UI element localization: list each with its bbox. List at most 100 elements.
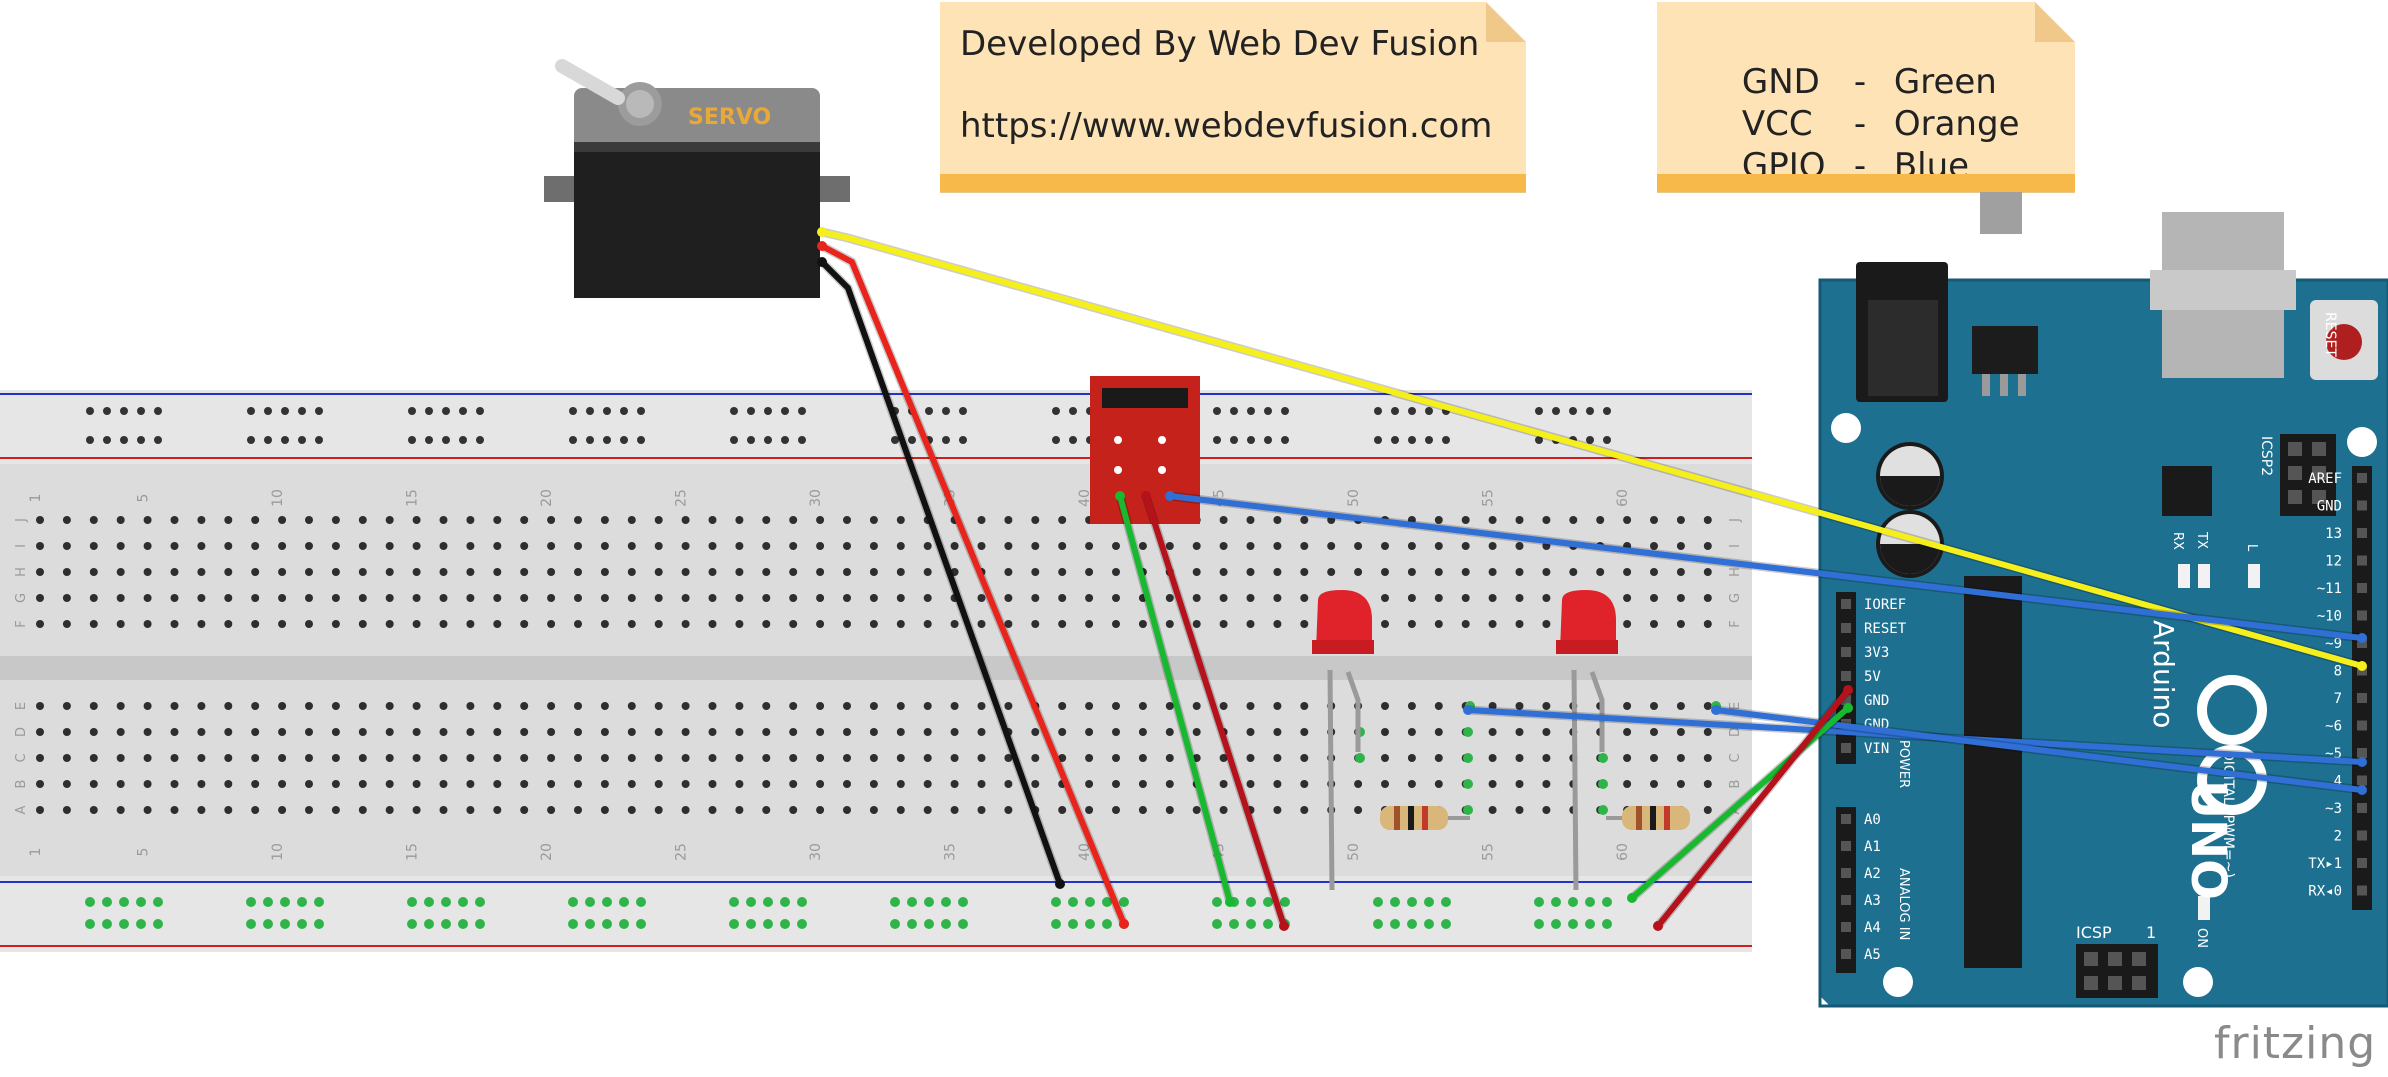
breadboard-hole [977,542,986,550]
breadboard-hole [170,620,179,628]
breadboard-hole [439,728,448,736]
breadboard-hole [1085,780,1094,788]
column-number: 20 [539,489,555,507]
breadboard-hole [197,594,206,602]
breadboard-hole [1515,620,1524,628]
pin-label: A2 [1864,866,1881,882]
breadboard-hole [62,806,71,814]
rail-hole [280,919,290,929]
breadboard-hole [1381,780,1389,788]
rail-hole [314,919,324,929]
breadboard-hole [627,806,636,814]
on-label: ON [2194,928,2209,948]
breadboard-hole [1434,728,1443,736]
breadboard-hole [923,702,932,710]
row-letter: J [14,518,29,523]
breadboard-hole [843,542,851,550]
pin-label: 8 [2334,664,2342,680]
breadboard-hole [89,594,98,602]
rail-hole [136,897,146,907]
breadboard-hole [1488,754,1497,762]
breadboard-hole [358,542,367,550]
column-number: 50 [1346,489,1362,507]
breadboard-hole [816,702,825,710]
rail-hole [958,897,968,907]
rail-hole [781,407,789,415]
breadboard-hole [1354,542,1363,550]
breadboard-hole [816,806,825,814]
breadboard-hole [1300,516,1309,524]
breadboard-hole [896,754,905,762]
breadboard-hole [1542,754,1551,762]
breadboard-hole [627,702,636,710]
breadboard-hole [627,516,636,524]
breadboard-hole [1407,568,1416,576]
breadboard-hole [197,806,206,814]
rail-hole [585,897,595,907]
pin-label: ~10 [2317,609,2342,625]
breadboard-hole [574,594,582,602]
icsp-pin1-label: 1 [2146,923,2156,942]
breadboard-hole [116,806,125,814]
pin-label: GND [2317,499,2342,515]
pin-label: A1 [1864,839,1881,855]
rail-hole [1552,407,1560,415]
rail-hole [746,897,756,907]
rail-hole [459,436,467,444]
breadboard-hole [493,702,502,710]
breadboard-hole [1138,620,1147,628]
column-number: 60 [1615,489,1631,507]
breadboard-hole [1058,620,1067,628]
breadboard-hole [1542,594,1551,602]
row-letter: F [1728,620,1743,627]
breadboard-hole [1192,806,1201,814]
breadboard-hole [600,806,609,814]
breadboard-hole [224,806,233,814]
rail-hole [1085,897,1095,907]
rail-hole [619,919,629,929]
breadboard-hole [1300,620,1309,628]
breadboard-hole [278,754,287,762]
rail-hole [924,897,934,907]
breadboard-hole [1219,542,1228,550]
breadboard-hole [197,568,206,576]
breadboard-hole [789,620,798,628]
header-pin [1841,647,1851,657]
breadboard-hole [789,806,798,814]
breadboard-hole [439,702,448,710]
breadboard-hole [1300,542,1309,550]
breadboard-hole [412,594,421,602]
breadboard-hole [1596,568,1605,576]
breadboard-hole [735,620,744,628]
breadboard-hole [1058,728,1067,736]
breadboard-hole [1515,806,1524,814]
breadboard-hole [843,516,851,524]
breadboard-hole [1165,780,1174,788]
breadboard-hole [977,702,986,710]
breadboard-hole [251,728,260,736]
breadboard-hole [1623,702,1632,710]
breadboard-hole [1623,594,1632,602]
breadboard-hole [896,728,905,736]
breadboard-hole [466,568,475,576]
column-number: 10 [270,489,286,507]
breadboard-hole [331,568,340,576]
breadboard-hole [197,728,206,736]
breadboard-hole [1138,542,1147,550]
rail-hole [458,919,468,929]
header-pin [2357,748,2367,758]
breadboard-hole [331,728,340,736]
breadboard-hole [762,542,771,550]
breadboard-hole [923,780,932,788]
rail-hole [442,407,450,415]
breadboard-hole [1434,542,1443,550]
breadboard-hole [816,728,825,736]
rail-hole [620,407,628,415]
breadboard-hole [1488,728,1497,736]
header-pin [1841,841,1851,851]
rail-hole [1052,407,1060,415]
breadboard-hole [62,620,71,628]
breadboard-hole [143,754,152,762]
breadboard-hole [466,806,475,814]
breadboard-hole [869,516,878,524]
